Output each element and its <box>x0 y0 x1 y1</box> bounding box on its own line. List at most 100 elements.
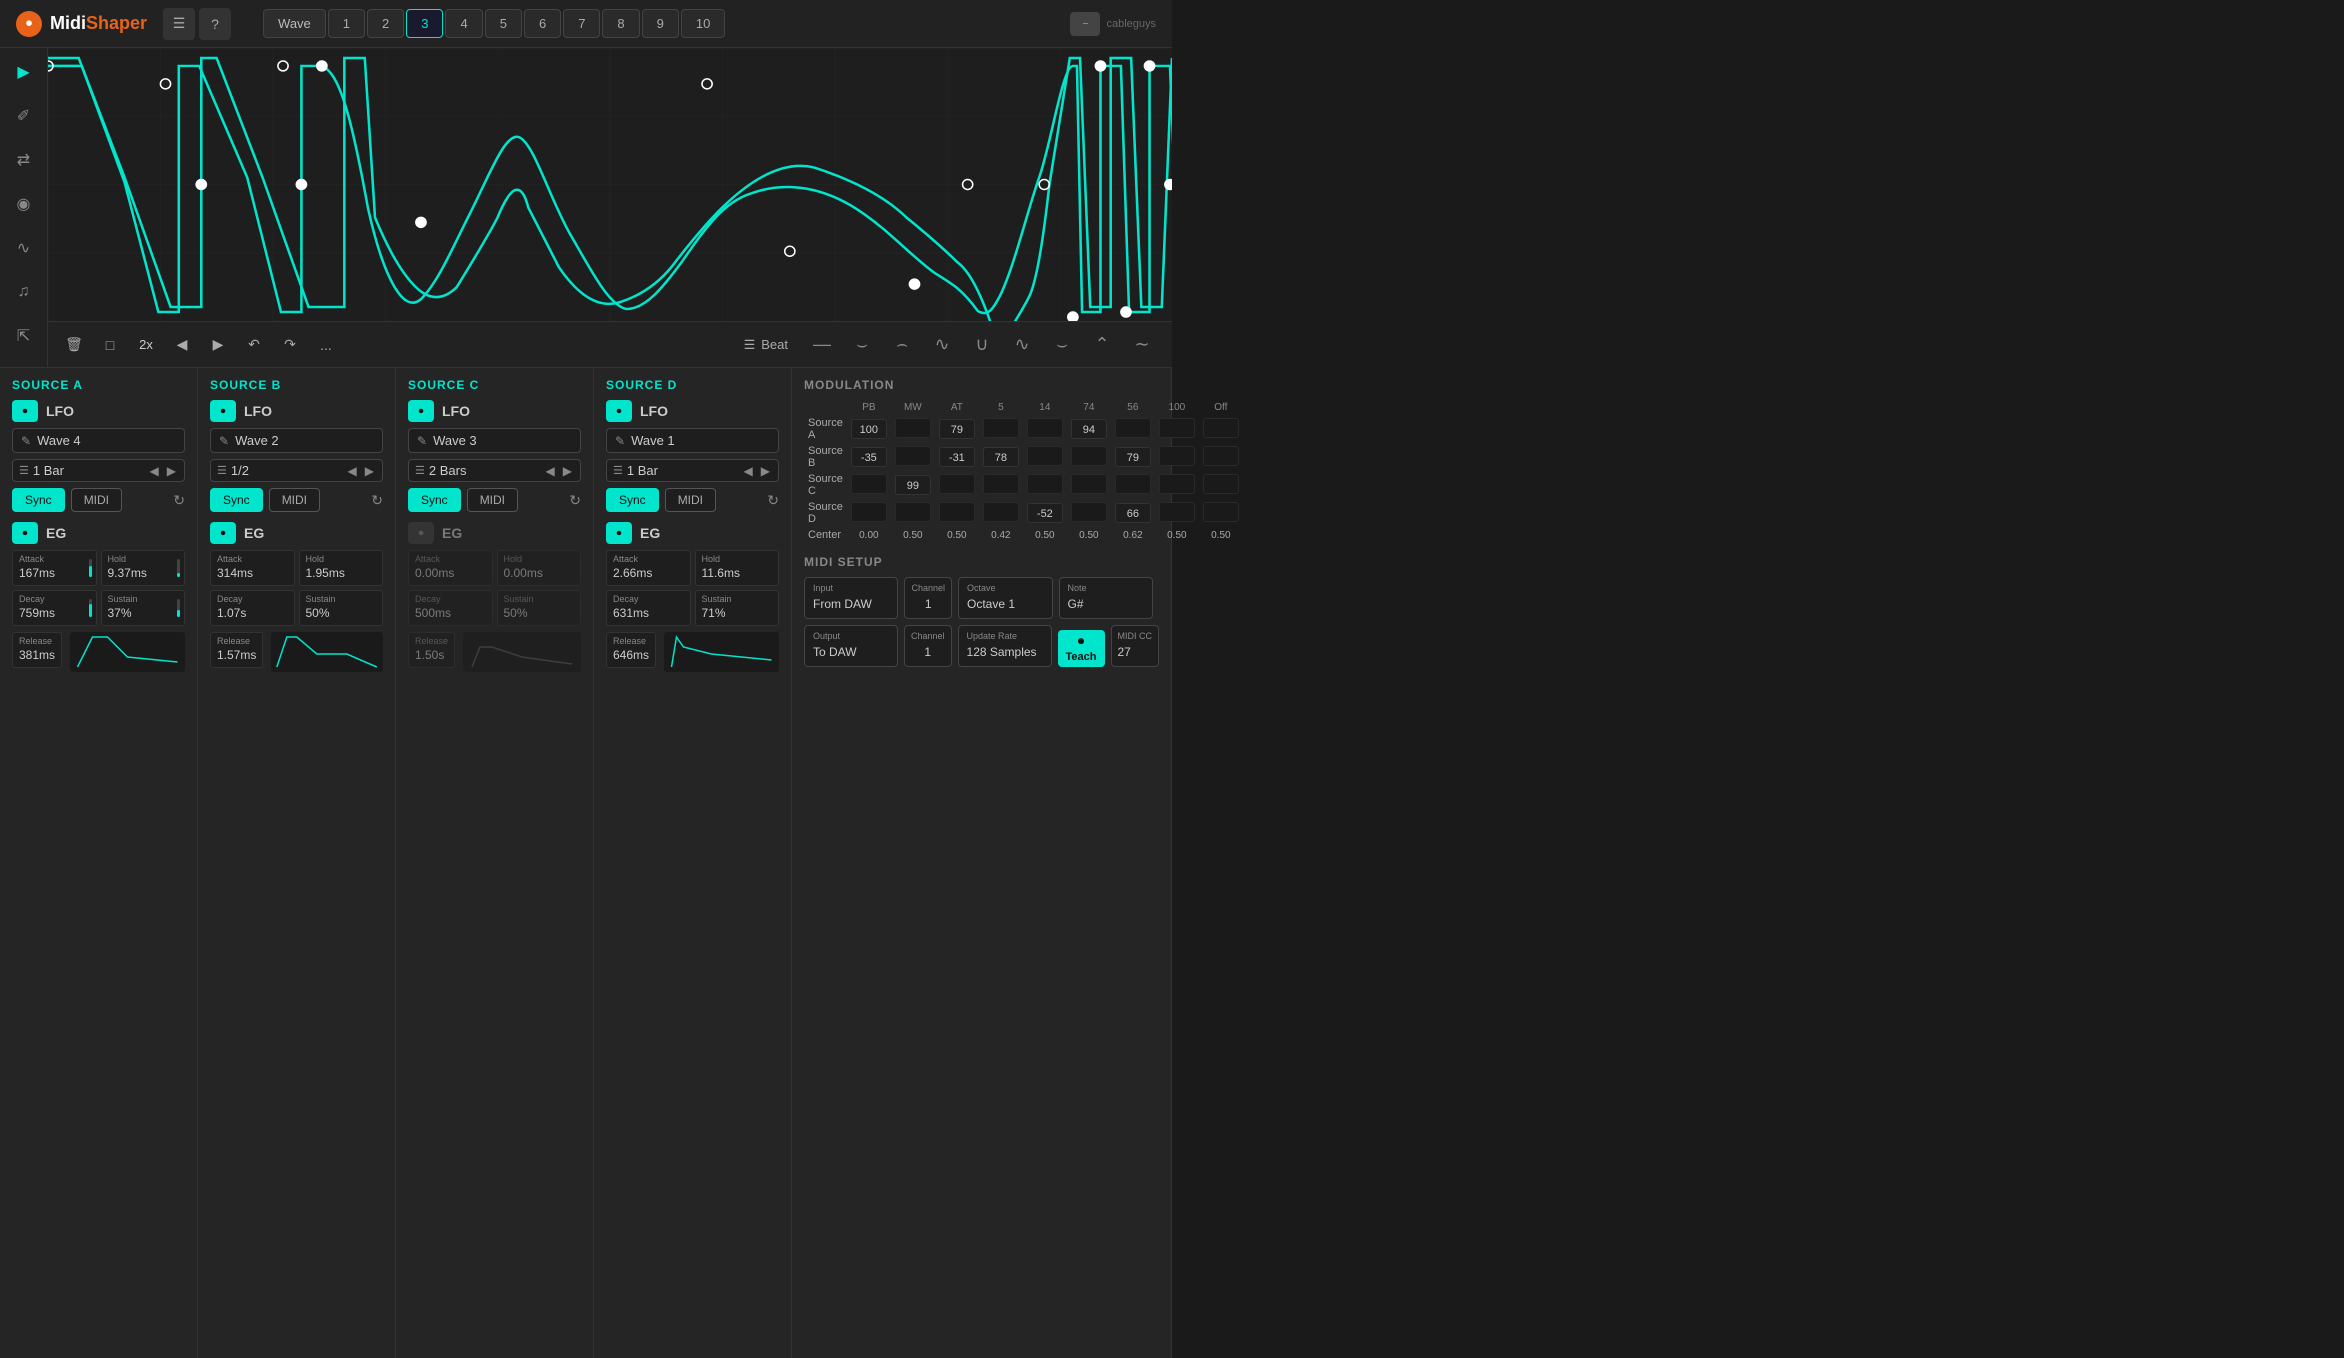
copy-button[interactable]: □ <box>96 331 124 359</box>
shape-bump[interactable]: ∪ <box>964 331 1000 359</box>
shape-ramp-down[interactable]: ⌣ <box>844 331 880 359</box>
source-d-midi[interactable]: MIDI <box>665 488 716 512</box>
mod-c-74[interactable] <box>1071 474 1107 494</box>
mod-a-74[interactable]: 94 <box>1071 419 1107 439</box>
tab-wave[interactable]: Wave <box>263 9 326 38</box>
mod-c-100[interactable] <box>1159 474 1195 494</box>
mod-d-100[interactable] <box>1159 502 1195 522</box>
shape-dip[interactable]: ∿ <box>924 331 960 359</box>
s-curve-tool[interactable]: ♫ <box>10 278 38 306</box>
mod-a-off[interactable] <box>1203 418 1239 438</box>
mod-b-14[interactable] <box>1027 446 1063 466</box>
source-d-retrig[interactable]: ↻ <box>767 492 779 509</box>
shape-flat[interactable]: — <box>804 331 840 359</box>
source-c-rate-prev[interactable]: ◀ <box>544 464 557 478</box>
source-d-rate-prev[interactable]: ◀ <box>742 464 755 478</box>
source-b-rate-next[interactable]: ▶ <box>363 464 376 478</box>
mod-c-pb[interactable] <box>851 474 887 494</box>
tab-5[interactable]: 5 <box>485 9 522 38</box>
midi-output-field[interactable]: Output To DAW <box>804 625 898 667</box>
source-d-lfo-power[interactable]: ⏺ <box>606 400 632 422</box>
source-d-sync[interactable]: Sync <box>606 488 659 512</box>
mod-a-5[interactable] <box>983 418 1019 438</box>
mod-b-at[interactable]: -31 <box>939 447 975 467</box>
mod-d-mw[interactable] <box>895 502 931 522</box>
source-a-lfo-power[interactable]: ⏺ <box>12 400 38 422</box>
play-back-button[interactable]: ◀ <box>168 331 196 359</box>
tab-8[interactable]: 8 <box>602 9 639 38</box>
play-forward-button[interactable]: ▶ <box>204 331 232 359</box>
more-button[interactable]: ... <box>312 331 340 359</box>
select-tool[interactable]: ▶ <box>10 58 38 86</box>
shape-scurve[interactable]: ∿ <box>1004 331 1040 359</box>
mod-a-14[interactable] <box>1027 418 1063 438</box>
mod-c-mw[interactable]: 99 <box>895 475 931 495</box>
mod-c-14[interactable] <box>1027 474 1063 494</box>
mod-b-56[interactable]: 79 <box>1115 447 1151 467</box>
source-a-sync[interactable]: Sync <box>12 488 65 512</box>
menu-button[interactable]: ☰ <box>163 8 195 40</box>
zoom-tool[interactable]: ⇱ <box>10 322 38 350</box>
source-d-eg-power[interactable]: ⏺ <box>606 522 632 544</box>
mod-c-at[interactable] <box>939 474 975 494</box>
power-button[interactable]: ⏺ <box>16 11 42 37</box>
tab-10[interactable]: 10 <box>681 9 725 38</box>
source-a-eg-power[interactable]: ⏺ <box>12 522 38 544</box>
pencil-tool[interactable]: ✐ <box>10 102 38 130</box>
tab-4[interactable]: 4 <box>445 9 482 38</box>
mod-a-at[interactable]: 79 <box>939 419 975 439</box>
mod-b-pb[interactable]: -35 <box>851 447 887 467</box>
source-c-rate-next[interactable]: ▶ <box>561 464 574 478</box>
mod-b-100[interactable] <box>1159 446 1195 466</box>
source-c-retrig[interactable]: ↻ <box>569 492 581 509</box>
source-b-eg-power[interactable]: ⏺ <box>210 522 236 544</box>
mod-d-14[interactable]: -52 <box>1027 503 1063 523</box>
source-d-wave-selector[interactable]: ✎ Wave 1 <box>606 428 779 453</box>
delete-button[interactable]: 🗑 <box>60 331 88 359</box>
mod-a-56[interactable] <box>1115 418 1151 438</box>
mod-b-off[interactable] <box>1203 446 1239 466</box>
mod-b-74[interactable] <box>1071 446 1107 466</box>
mod-b-5[interactable]: 78 <box>983 447 1019 467</box>
source-b-sync[interactable]: Sync <box>210 488 263 512</box>
midi-update-rate-field[interactable]: Update Rate 128 Samples <box>958 625 1052 667</box>
mod-d-5[interactable] <box>983 502 1019 522</box>
curve-tool[interactable]: ∿ <box>10 234 38 262</box>
tab-3[interactable]: 3 <box>406 9 443 38</box>
source-b-wave-selector[interactable]: ✎ Wave 2 <box>210 428 383 453</box>
midi-cc-field[interactable]: MIDI CC 27 <box>1111 625 1160 667</box>
mod-c-off[interactable] <box>1203 474 1239 494</box>
source-c-midi[interactable]: MIDI <box>467 488 518 512</box>
midi-note-field[interactable]: Note G# <box>1059 577 1154 619</box>
source-a-rate-next[interactable]: ▶ <box>165 464 178 478</box>
mod-c-56[interactable] <box>1115 474 1151 494</box>
help-button[interactable]: ? <box>199 8 231 40</box>
shape-saw[interactable]: ⌃ <box>1084 331 1120 359</box>
midi-octave-field[interactable]: Octave Octave 1 <box>958 577 1052 619</box>
midi-input-field[interactable]: Input From DAW <box>804 577 898 619</box>
source-c-wave-selector[interactable]: ✎ Wave 3 <box>408 428 581 453</box>
mod-a-mw[interactable] <box>895 418 931 438</box>
mod-d-pb[interactable] <box>851 502 887 522</box>
source-c-eg-power[interactable]: ⏺ <box>408 522 434 544</box>
mod-c-5[interactable] <box>983 474 1019 494</box>
tab-6[interactable]: 6 <box>524 9 561 38</box>
mod-d-at[interactable] <box>939 502 975 522</box>
source-d-rate-next[interactable]: ▶ <box>759 464 772 478</box>
source-b-midi[interactable]: MIDI <box>269 488 320 512</box>
wave-canvas[interactable] <box>48 48 1172 321</box>
tab-1[interactable]: 1 <box>328 9 365 38</box>
beat-button[interactable]: ☰ Beat <box>736 333 796 357</box>
mod-d-off[interactable] <box>1203 502 1239 522</box>
source-a-retrig[interactable]: ↻ <box>173 492 185 509</box>
mod-a-100[interactable] <box>1159 418 1195 438</box>
select-region-tool[interactable]: ⇄ <box>10 146 38 174</box>
source-a-wave-selector[interactable]: ✎ Wave 4 <box>12 428 185 453</box>
source-c-lfo-power[interactable]: ⏺ <box>408 400 434 422</box>
source-b-rate-prev[interactable]: ◀ <box>346 464 359 478</box>
source-b-retrig[interactable]: ↻ <box>371 492 383 509</box>
shape-custom[interactable]: ∼ <box>1124 331 1160 359</box>
mod-d-56[interactable]: 66 <box>1115 503 1151 523</box>
redo-button[interactable]: ↷ <box>276 331 304 359</box>
mod-a-pb[interactable]: 100 <box>851 419 887 439</box>
